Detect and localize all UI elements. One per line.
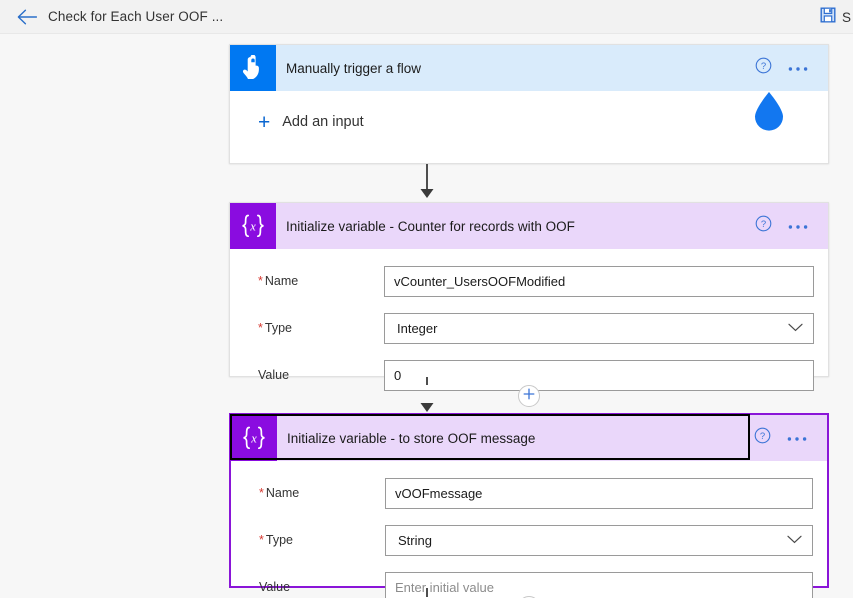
help-question-icon[interactable]: ? — [755, 57, 772, 79]
step-header[interactable]: x Initialize variable - to store OOF mes… — [230, 414, 827, 461]
ellipsis-icon[interactable] — [787, 429, 807, 447]
svg-text:?: ? — [761, 219, 766, 230]
required-indicator: * — [259, 486, 264, 500]
variable-name-value: vOOFmessage — [395, 485, 483, 501]
step-title: Initialize variable - Counter for record… — [286, 218, 575, 234]
svg-text:?: ? — [761, 61, 766, 72]
step-header[interactable]: x Initialize variable - Counter for reco… — [230, 203, 828, 249]
field-row-name: * Name vCounter_UsersOOFModified — [230, 262, 828, 300]
step-body: + Add an input — [230, 91, 828, 153]
step-title: Manually trigger a flow — [286, 60, 422, 76]
field-row-type: * Type String — [231, 521, 827, 559]
flow-canvas: Manually trigger a flow ? + Add an input… — [0, 34, 853, 598]
connector-arrow-1 — [0, 164, 853, 200]
required-indicator: * — [258, 321, 263, 335]
step-body: * Name vCounter_UsersOOFModified * Type In… — [230, 262, 828, 394]
flow-title: Check for Each User OOF ... — [48, 9, 224, 24]
save-label: S — [841, 9, 851, 25]
field-row-value: Value Enter initial value — [231, 568, 827, 598]
variable-name-input[interactable]: vOOFmessage — [385, 477, 813, 509]
variable-type-value: Integer — [397, 320, 438, 336]
help-question-icon[interactable]: ? — [754, 427, 771, 449]
ellipsis-icon[interactable] — [788, 217, 808, 235]
field-label-name: * Name — [258, 274, 299, 288]
variable-type-value: String — [398, 532, 432, 548]
step-header[interactable]: Manually trigger a flow ? — [230, 45, 828, 91]
variable-braces-icon: x — [231, 415, 277, 461]
field-label-type: * Type — [258, 321, 292, 335]
flow-step-initialize-variable-counter[interactable]: x Initialize variable - Counter for reco… — [229, 202, 829, 391]
add-an-input-label: Add an input — [282, 114, 364, 130]
help-question-icon[interactable]: ? — [755, 215, 772, 237]
field-label-value: Value — [259, 580, 291, 594]
variable-type-dropdown[interactable]: String — [385, 524, 813, 556]
variable-type-dropdown[interactable]: Integer — [384, 312, 814, 344]
required-indicator: * — [259, 533, 264, 547]
step-header-actions: ? — [755, 57, 828, 79]
step-body: * Name vOOFmessage * Type String Value E… — [231, 474, 827, 598]
add-an-input-button[interactable]: + Add an input — [230, 91, 828, 153]
back-button[interactable] — [10, 0, 44, 34]
step-title: Initialize variable - to store OOF messa… — [287, 430, 536, 446]
svg-text:?: ? — [760, 431, 765, 442]
chevron-down-icon — [787, 531, 802, 549]
variable-value-placeholder: Enter initial value — [395, 579, 494, 595]
field-label-type: * Type — [259, 533, 293, 547]
variable-name-input[interactable]: vCounter_UsersOOFModified — [384, 265, 814, 297]
chevron-down-icon — [788, 319, 803, 337]
field-row-type: * Type Integer — [230, 309, 828, 347]
variable-value-input[interactable]: Enter initial value — [385, 571, 813, 598]
flow-step-initialize-variable-oof-message[interactable]: x Initialize variable - to store OOF mes… — [229, 413, 829, 598]
save-floppy-icon — [820, 7, 836, 28]
save-button[interactable]: S — [820, 7, 853, 28]
back-arrow-icon — [17, 9, 37, 25]
command-bar-actions: S — [820, 0, 853, 34]
field-row-name: * Name vOOFmessage — [231, 474, 827, 512]
variable-value-input[interactable]: 0 — [384, 359, 814, 391]
top-command-bar: Check for Each User OOF ... S — [0, 0, 853, 34]
field-label-value: Value — [258, 368, 290, 382]
plus-icon: + — [258, 110, 271, 134]
variable-name-value: vCounter_UsersOOFModified — [394, 273, 566, 289]
required-indicator: * — [258, 274, 263, 288]
variable-value-text: 0 — [394, 367, 402, 383]
svg-text:x: x — [250, 432, 257, 446]
step-header-actions: ? — [755, 215, 828, 237]
plus-icon — [523, 387, 535, 405]
field-label-name: * Name — [259, 486, 300, 500]
ellipsis-icon[interactable] — [788, 59, 808, 77]
insert-new-step-button[interactable] — [518, 385, 540, 407]
svg-text:x: x — [249, 220, 256, 234]
flow-step-manually-trigger-a-flow[interactable]: Manually trigger a flow ? + Add an input — [229, 44, 829, 164]
touch-pointer-icon — [230, 45, 276, 91]
variable-braces-icon: x — [230, 203, 276, 249]
step-header-actions: ? — [754, 427, 827, 449]
